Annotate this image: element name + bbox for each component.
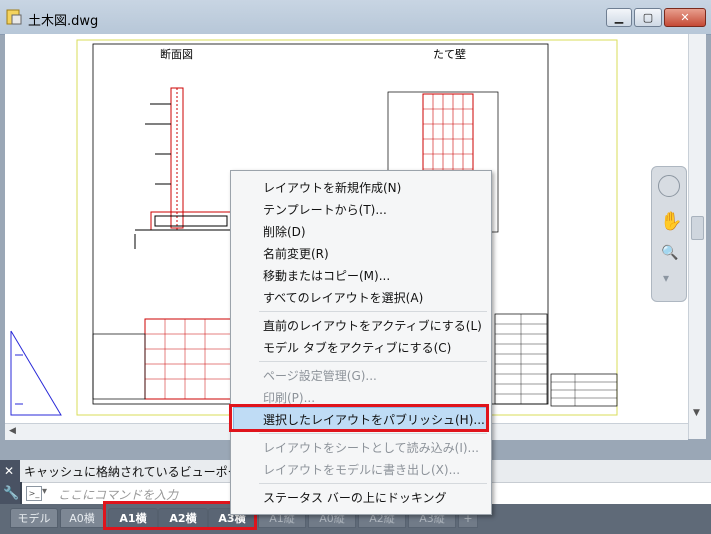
command-line-handle[interactable]: ✕ 🔧 xyxy=(0,460,20,504)
menu-separator xyxy=(259,483,487,484)
navigation-bar[interactable]: ✋ 🔍 ▾ xyxy=(651,166,687,302)
pan-icon[interactable]: ✋ xyxy=(660,211,682,232)
dwg-file-icon xyxy=(6,9,22,25)
close-button[interactable]: ✕ xyxy=(664,8,706,27)
menu-activate-model-tab[interactable]: モデル タブをアクティブにする(C) xyxy=(263,339,451,356)
chevron-down-icon[interactable]: ▾ xyxy=(663,271,669,285)
customize-wrench-icon[interactable]: 🔧 xyxy=(3,486,19,501)
publish-highlight-annotation xyxy=(229,404,489,432)
minimize-button[interactable]: ▁ xyxy=(606,8,632,27)
scroll-left-arrow-icon[interactable]: ◀ xyxy=(9,426,16,436)
tab-label: A0横 xyxy=(69,512,95,525)
steering-wheel-icon[interactable] xyxy=(658,175,680,197)
drawing-label-right: たて壁 xyxy=(433,48,466,61)
tab-label: モデル xyxy=(17,512,51,525)
title-bar: 土木図.dwg ▁ ▢ ✕ xyxy=(0,0,711,35)
close-icon: ✕ xyxy=(680,11,690,24)
menu-from-template[interactable]: テンプレートから(T)... xyxy=(263,201,387,218)
restore-button[interactable]: ▢ xyxy=(634,8,662,27)
menu-rename[interactable]: 名前変更(R) xyxy=(263,245,329,262)
scroll-down-arrow-icon[interactable]: ▼ xyxy=(693,408,700,418)
menu-page-setup-manager[interactable]: ページ設定管理(G)... xyxy=(263,367,377,384)
menu-dock-above-status-bar[interactable]: ステータス バーの上にドッキング xyxy=(263,489,446,506)
menu-new-layout[interactable]: レイアウトを新規作成(N) xyxy=(263,179,401,196)
restore-icon: ▢ xyxy=(642,11,654,24)
menu-import-layout-as-sheet[interactable]: レイアウトをシートとして読み込み(I)... xyxy=(263,439,479,456)
minimize-icon: ▁ xyxy=(614,11,624,24)
tab-model[interactable]: モデル xyxy=(10,508,58,528)
window-title: 土木図.dwg xyxy=(28,14,99,29)
vertical-scroll-thumb[interactable] xyxy=(691,216,704,240)
menu-separator xyxy=(259,433,487,434)
menu-activate-previous-layout[interactable]: 直前のレイアウトをアクティブにする(L) xyxy=(263,317,482,334)
menu-export-layout-to-model[interactable]: レイアウトをモデルに書き出し(X)... xyxy=(263,461,460,478)
command-prompt-icon[interactable]: >_ xyxy=(26,486,42,501)
drawing-label-left: 断面図 xyxy=(160,48,193,61)
menu-move-copy[interactable]: 移動またはコピー(M)... xyxy=(263,267,390,284)
menu-separator xyxy=(259,311,487,312)
zoom-icon[interactable]: 🔍 xyxy=(661,245,678,261)
vertical-scrollbar[interactable]: ▼ xyxy=(688,34,706,439)
recent-commands-arrow-icon[interactable]: ▾ xyxy=(42,486,47,497)
close-command-icon[interactable]: ✕ xyxy=(4,464,14,478)
tab-a0-landscape[interactable]: A0横 xyxy=(60,508,104,528)
menu-select-all-layouts[interactable]: すべてのレイアウトを選択(A) xyxy=(263,289,423,306)
ucs-icon xyxy=(10,330,62,416)
menu-separator xyxy=(259,361,487,362)
layout-context-menu: レイアウトを新規作成(N) テンプレートから(T)... 削除(D) 名前変更(… xyxy=(230,170,492,515)
menu-delete[interactable]: 削除(D) xyxy=(263,223,306,240)
